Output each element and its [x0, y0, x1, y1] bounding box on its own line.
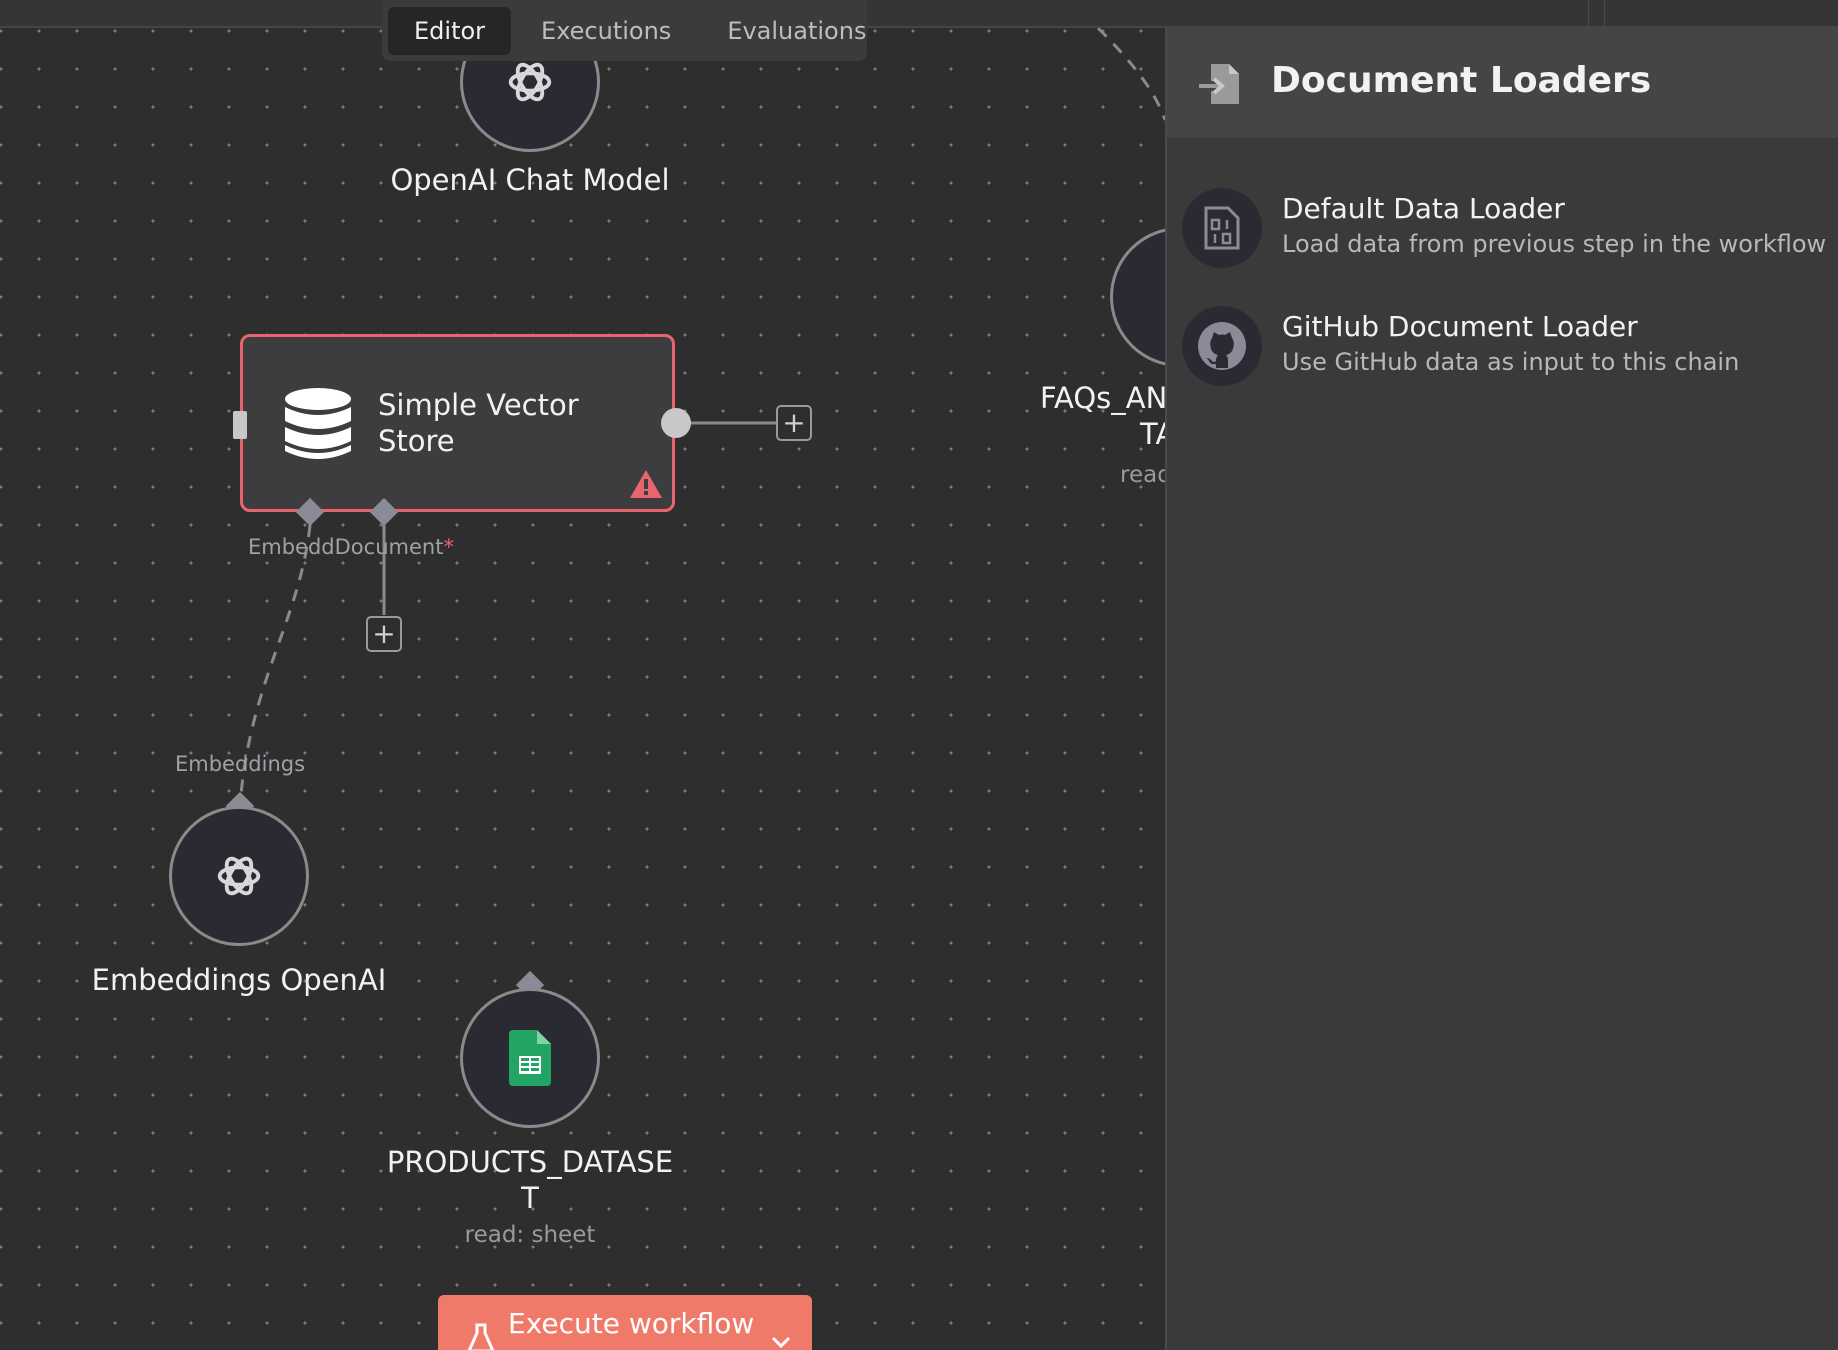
node-creator-panel: Document Loaders Default Data Loader Loa… — [1165, 26, 1838, 1350]
loader-description: Load data from previous step in the work… — [1282, 230, 1827, 258]
tab-evaluations[interactable]: Evaluations — [701, 7, 892, 55]
faqs-sublabel: read — [1120, 462, 1165, 488]
top-bar — [0, 0, 1838, 28]
openai-icon — [508, 62, 552, 102]
binary-file-icon — [1204, 206, 1240, 250]
workflow-canvas[interactable]: OpenAI Chat Model Simple Vector Store + … — [0, 0, 1165, 1350]
google-sheets-icon — [509, 1030, 551, 1086]
products-dataset-label: PRODUCTS_DATASET — [386, 1145, 674, 1215]
tab-editor[interactable]: Editor — [388, 6, 512, 55]
github-icon — [1198, 322, 1246, 370]
document-handle-text: Document — [334, 535, 444, 559]
loader-description: Use GitHub data as input to this chain — [1282, 348, 1740, 376]
view-tabs: Editor Executions Evaluations — [382, 0, 867, 61]
simple-vector-store-node[interactable]: Simple Vector Store — [240, 334, 675, 512]
input-handle[interactable] — [233, 411, 247, 439]
tab-executions[interactable]: Executions — [515, 7, 697, 55]
list-item-github-document-loader[interactable]: GitHub Document Loader Use GitHub data a… — [1182, 306, 1822, 396]
panel-title: Document Loaders — [1271, 60, 1652, 101]
openai-chat-model-label: OpenAI Chat Model — [390, 163, 670, 197]
openai-icon — [217, 856, 261, 896]
embedding-handle-text: Embedd — [248, 535, 335, 559]
embeddings-handle-label: Embeddings — [175, 752, 306, 776]
faq-connection — [1096, 26, 1165, 121]
output-handle[interactable] — [661, 408, 691, 438]
database-icon — [285, 388, 351, 459]
embedding-handle-label: EmbeddDocument* — [248, 535, 454, 559]
list-item-default-data-loader[interactable]: Default Data Loader Load data from previ… — [1182, 188, 1826, 278]
chevron-down-icon[interactable] — [770, 1335, 792, 1349]
faqs-label: FAQs_AN — [1040, 381, 1165, 415]
add-next-node-button[interactable]: + — [776, 405, 812, 441]
execute-workflow-button[interactable]: Execute workflow — [438, 1295, 812, 1350]
topbar-divider — [1604, 0, 1605, 26]
required-marker: * — [443, 535, 454, 559]
embeddings-openai-label: Embeddings OpenAI — [91, 963, 387, 997]
loader-title: Default Data Loader — [1282, 192, 1565, 225]
faqs-label-line2: TA — [1140, 417, 1165, 451]
execute-workflow-label: Execute workflow — [508, 1307, 755, 1340]
topbar-divider — [1588, 0, 1589, 26]
products-dataset-node[interactable] — [460, 988, 600, 1128]
add-document-loader-button[interactable]: + — [366, 616, 402, 652]
loader-title: GitHub Document Loader — [1282, 310, 1638, 343]
simple-vector-store-label: Simple Vector Store — [378, 388, 579, 458]
flask-icon — [468, 1323, 494, 1350]
products-dataset-sublabel: read: sheet — [464, 1222, 596, 1248]
embeddings-openai-node[interactable] — [169, 806, 309, 946]
loader-icon-wrapper — [1182, 188, 1262, 268]
warning-icon — [630, 470, 662, 498]
document-import-icon — [1199, 64, 1239, 104]
panel-header: Document Loaders — [1167, 26, 1838, 138]
loader-icon-wrapper — [1182, 306, 1262, 386]
